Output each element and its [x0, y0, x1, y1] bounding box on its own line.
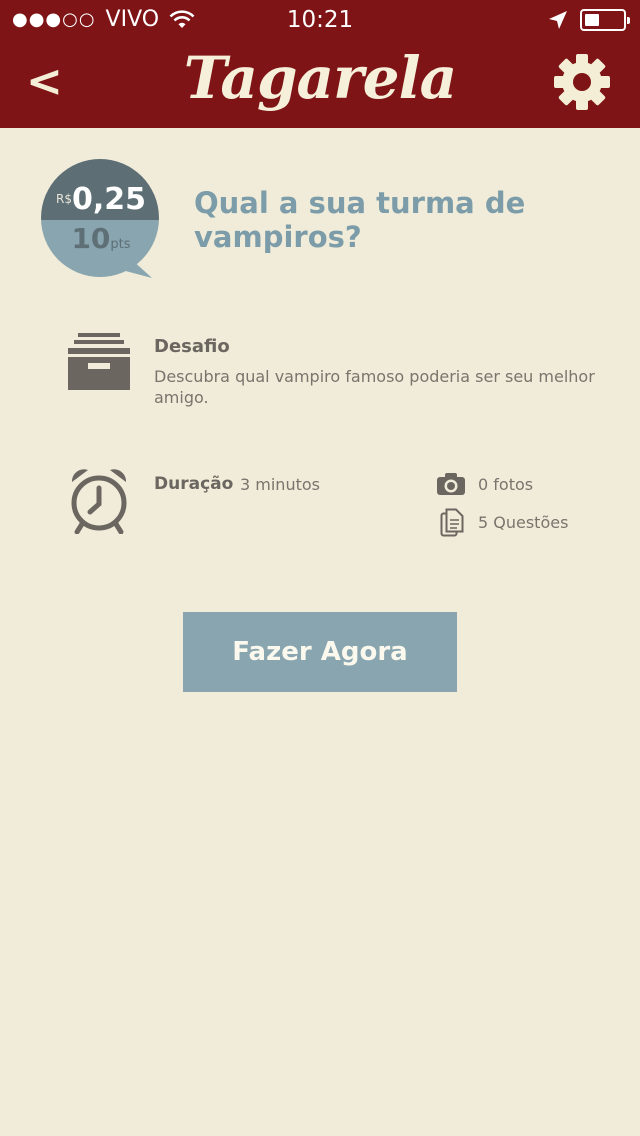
camera-icon: [437, 473, 465, 495]
duration-label: Duração: [154, 474, 234, 494]
points-unit: pts: [110, 237, 131, 252]
points-value: 10: [71, 222, 111, 255]
alarm-clock-icon: [71, 469, 127, 534]
reward-points: 10pts: [42, 222, 160, 255]
photos-count: 0 fotos: [478, 475, 534, 494]
top-bar: ●●●○○ VIVO 10:21 < Tagarela: [0, 0, 640, 128]
navigation-bar: < Tagarela: [0, 40, 640, 128]
app-logo-title: Tagarela: [183, 44, 457, 112]
reward-price: R$0,25: [42, 182, 160, 217]
start-now-button[interactable]: Fazer Agora: [183, 612, 457, 692]
questions-count: 5 Questões: [478, 513, 569, 532]
status-time: 10:21: [286, 7, 354, 33]
price-value: 0,25: [71, 182, 146, 217]
duration-value: 3 minutos: [240, 475, 320, 494]
location-arrow-icon: [549, 11, 567, 29]
survey-question: Qual a sua turma de vampiros?: [194, 186, 526, 254]
reward-bubble: [41, 159, 159, 278]
documents-icon: [440, 508, 464, 537]
currency-label: R$: [55, 192, 72, 206]
status-bar: ●●●○○ VIVO 10:21: [0, 0, 640, 40]
gear-icon[interactable]: [552, 52, 612, 112]
challenge-title: Desafio: [154, 336, 230, 357]
challenge-description: Descubra qual vampiro famoso poderia ser…: [154, 367, 595, 407]
battery-icon: [580, 9, 630, 31]
archive-drawer-icon: [68, 333, 130, 390]
